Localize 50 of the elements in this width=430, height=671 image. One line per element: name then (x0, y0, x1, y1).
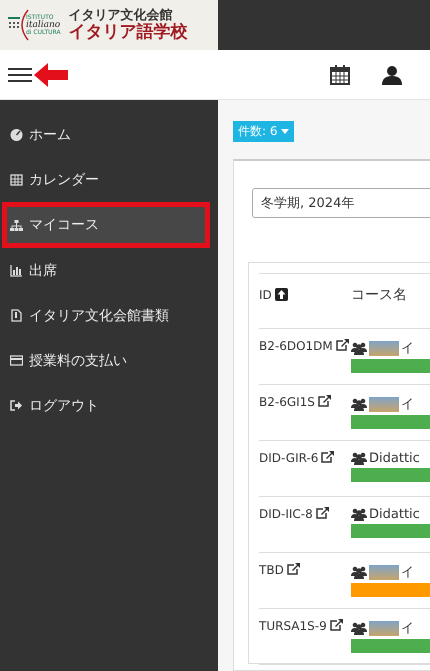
menu-icon[interactable] (8, 66, 32, 82)
external-link-icon[interactable] (336, 339, 349, 351)
course-name[interactable]: Didattic (369, 451, 420, 466)
sort-up-icon[interactable] (274, 288, 288, 301)
group-icon (351, 622, 367, 634)
course-name[interactable]: Didattic (369, 507, 420, 522)
sidebar-item[interactable]: カレンダー (0, 157, 218, 202)
sign-out-icon (10, 399, 23, 412)
logo-title: イタリア文化会館 (68, 8, 174, 22)
sidebar-item[interactable]: 授業料の支払い (0, 338, 218, 383)
course-id-link[interactable]: TURSA1S-9 (259, 619, 327, 633)
calendar-icon[interactable] (330, 64, 350, 84)
term-select[interactable]: 冬学期, 2024年 (252, 188, 430, 218)
external-link-icon[interactable] (316, 507, 329, 519)
group-icon (351, 342, 367, 354)
sidebar-item[interactable]: 出席 (0, 248, 218, 293)
calendar-icon (10, 173, 23, 186)
arrow-icon (34, 62, 68, 86)
course-id-link[interactable]: B2-6GI1S (259, 395, 315, 409)
course-id-link[interactable]: TBD (259, 563, 284, 577)
group-icon (351, 566, 367, 578)
group-icon (351, 398, 367, 410)
sidebar-item[interactable]: ログアウト (0, 383, 218, 428)
credit-card-icon (10, 354, 23, 367)
gauge-icon (10, 128, 23, 141)
course-id-link[interactable]: DID-GIR-6 (259, 451, 318, 465)
column-header: コース名 (351, 287, 407, 303)
course-name[interactable]: イ (401, 619, 414, 637)
external-link-icon[interactable] (318, 395, 331, 407)
document-icon (10, 309, 23, 322)
course-name[interactable]: イ (401, 339, 414, 357)
user-icon[interactable] (382, 64, 402, 84)
group-icon (351, 508, 367, 521)
caret-icon (280, 129, 288, 134)
group-icon (351, 452, 367, 465)
external-link-icon[interactable] (286, 563, 300, 575)
logo-title: イタリア語学校 (68, 22, 188, 42)
external-link-icon[interactable] (321, 451, 334, 463)
course-name[interactable]: イ (401, 563, 414, 581)
external-link-icon[interactable] (330, 619, 343, 631)
bar-chart-icon (10, 264, 23, 277)
sidebar-item[interactable]: ホーム (0, 112, 218, 157)
sidebar-item[interactable]: マイコース (2, 202, 210, 248)
column-header[interactable]: ID (259, 288, 272, 302)
sidebar-item[interactable]: イタリア文化会館書類 (0, 293, 218, 338)
sitemap-icon (10, 218, 23, 232)
logo-text: italiano (26, 20, 61, 30)
course-id-link[interactable]: DID-IIC-8 (259, 507, 313, 521)
course-name[interactable]: イ (401, 395, 414, 413)
course-id-link[interactable]: B2-6DO1DM (259, 339, 333, 353)
